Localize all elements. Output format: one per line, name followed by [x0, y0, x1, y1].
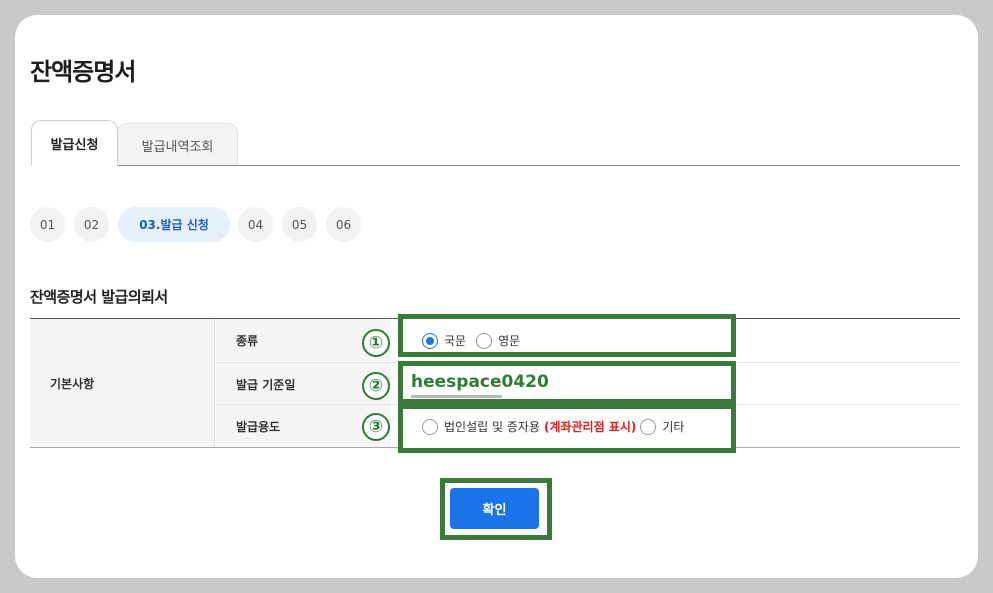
tab-divider: [31, 165, 960, 166]
radio-incorporation[interactable]: [422, 418, 438, 435]
radio-english-label: 영문: [498, 334, 521, 348]
incorporation-note: (계좌관리점 표시): [543, 420, 637, 434]
group-label: 기본사항: [30, 319, 215, 447]
radio-incorporation-label: 법인설립 및 증자용: [444, 420, 540, 434]
base-date-input[interactable]: heespace0420: [411, 372, 549, 392]
radio-other[interactable]: [640, 418, 657, 435]
tab-history[interactable]: 발급내역조회: [117, 123, 238, 166]
step-03-current: 03.발급 신청: [118, 207, 230, 242]
annotation-marker-1: ①: [362, 329, 390, 357]
section-title: 잔액증명서 발급의뢰서: [30, 288, 168, 306]
step-02: 02: [74, 207, 109, 242]
page-title: 잔액증명서: [30, 58, 136, 86]
base-date-underline: [411, 395, 502, 398]
step-01: 01: [30, 207, 65, 242]
type-radio-group: 국문 영문: [422, 332, 530, 349]
step-05: 05: [282, 207, 317, 242]
radio-korean[interactable]: [422, 332, 438, 349]
radio-english[interactable]: [476, 332, 493, 349]
confirm-button[interactable]: 확인: [450, 488, 539, 529]
step-04: 04: [238, 207, 273, 242]
annotation-marker-3: ③: [362, 413, 390, 441]
tab-apply[interactable]: 발급신청: [31, 120, 118, 166]
step-06: 06: [326, 207, 361, 242]
purpose-radio-group: 법인설립 및 증자용 (계좌관리점 표시) 기타: [422, 418, 684, 435]
radio-korean-label: 국문: [444, 334, 467, 348]
annotation-marker-2: ②: [362, 372, 390, 400]
radio-other-label: 기타: [662, 420, 685, 434]
